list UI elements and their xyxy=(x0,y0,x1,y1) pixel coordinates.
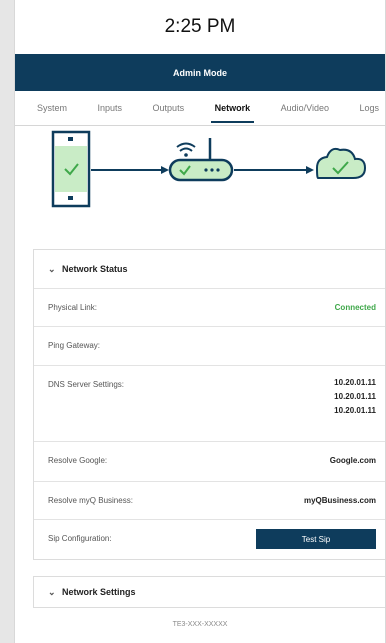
tab-bar: System Inputs Outputs Network Audio/Vide… xyxy=(15,91,385,126)
network-status-panel: ⌄ Network Status Physical Link: Connecte… xyxy=(33,249,385,560)
chevron-down-icon: ⌄ xyxy=(48,586,56,597)
dns-settings-row: DNS Server Settings: 10.20.01.11 10.20.0… xyxy=(34,365,385,441)
ping-gateway-row: Ping Gateway: xyxy=(34,326,385,365)
dns-settings-label: DNS Server Settings: xyxy=(48,380,125,389)
link-arrow-2 xyxy=(306,166,314,174)
connection-diagram xyxy=(15,126,385,221)
resolve-google-label: Resolve Google: xyxy=(48,456,108,465)
physical-link-status: Connected xyxy=(334,303,376,312)
physical-link-label: Physical Link: xyxy=(48,303,97,312)
dns-server-value: 10.20.01.11 xyxy=(334,392,376,401)
dns-server-list: 10.20.01.11 10.20.01.11 10.20.01.11 xyxy=(334,366,376,418)
admin-screen: 2:25 PM Admin Mode System Inputs Outputs… xyxy=(14,0,386,643)
admin-mode-banner: Admin Mode xyxy=(15,54,385,91)
connection-diagram-graphic xyxy=(51,130,367,208)
dns-server-value: 10.20.01.11 xyxy=(334,406,376,415)
dns-server-value: 10.20.01.11 xyxy=(334,378,376,387)
chevron-down-icon: ⌄ xyxy=(48,263,56,274)
tab-outputs[interactable]: Outputs xyxy=(153,93,185,123)
network-settings-title: Network Settings xyxy=(62,587,136,597)
sip-config-label: Sip Configuration: xyxy=(48,534,112,543)
network-settings-header[interactable]: ⌄ Network Settings xyxy=(34,577,385,607)
tab-system[interactable]: System xyxy=(37,93,67,123)
resolve-google-value: Google.com xyxy=(329,456,376,465)
tab-network[interactable]: Network xyxy=(210,93,254,123)
network-settings-panel: ⌄ Network Settings xyxy=(33,576,385,608)
link-arrow-1 xyxy=(161,166,169,174)
clock: 2:25 PM xyxy=(164,16,236,37)
network-status-header[interactable]: ⌄ Network Status xyxy=(34,250,385,288)
tab-inputs[interactable]: Inputs xyxy=(98,93,123,123)
resolve-google-row: Resolve Google: Google.com xyxy=(34,441,385,481)
resolve-myq-label: Resolve myQ Business: xyxy=(48,496,133,505)
device-icon xyxy=(51,130,91,208)
network-status-title: Network Status xyxy=(62,264,128,274)
ping-gateway-label: Ping Gateway: xyxy=(48,341,101,350)
cloud-icon xyxy=(315,147,367,179)
router-icon xyxy=(168,138,234,182)
tab-audio-video[interactable]: Audio/Video xyxy=(281,93,329,123)
resolve-myq-row: Resolve myQ Business: myQBusiness.com xyxy=(34,481,385,519)
tab-logs[interactable]: Logs xyxy=(359,93,379,123)
physical-link-row: Physical Link: Connected xyxy=(34,288,385,326)
test-sip-button[interactable]: Test Sip xyxy=(256,529,376,549)
sip-config-row: Sip Configuration: Test Sip xyxy=(34,519,385,559)
device-serial: TE3-XXX-XXXXX xyxy=(172,621,228,628)
resolve-myq-value: myQBusiness.com xyxy=(303,496,376,505)
